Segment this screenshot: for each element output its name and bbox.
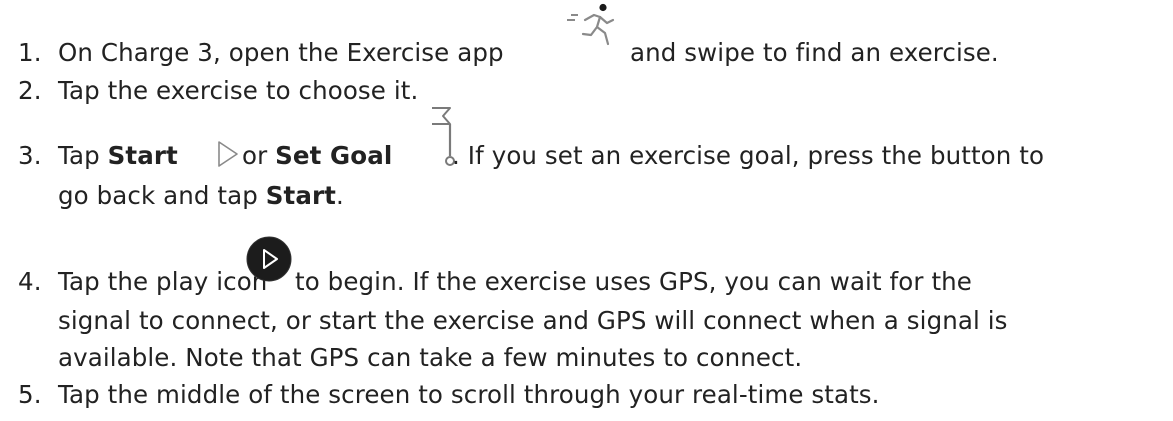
step-1-text-a: On Charge 3, open the Exercise app <box>58 38 504 67</box>
play-outline-icon <box>216 139 240 169</box>
step-number: 4. <box>18 267 42 296</box>
instruction-list: 1. On Charge 3, open the Exercise app an… <box>0 0 1173 421</box>
set-goal-label: Set Goal <box>275 141 393 170</box>
goal-flag-icon <box>422 104 456 168</box>
step-4-text-d: available. Note that GPS can take a few … <box>58 343 803 372</box>
step-3-text-a: Tap Start <box>58 141 178 170</box>
running-person-icon <box>563 2 625 52</box>
step-5-text: Tap the middle of the screen to scroll t… <box>58 380 880 409</box>
step-4-text-c: signal to connect, or start the exercise… <box>58 306 1008 335</box>
step-4-text-b: to begin. If the exercise uses GPS, you … <box>295 267 972 296</box>
step-number: 5. <box>18 380 42 409</box>
play-button-icon <box>246 236 292 282</box>
step-3-text-b: or Set Goal <box>242 141 393 170</box>
start-label: Start <box>265 181 336 210</box>
step-number: 1. <box>18 38 42 67</box>
step-number: 2. <box>18 76 42 105</box>
step-1-text-b: and swipe to find an exercise. <box>630 38 999 67</box>
step-4-text-a: Tap the play icon <box>58 267 268 296</box>
step-3-text-c: . If you set an exercise goal, press the… <box>452 141 1045 170</box>
step-3-text-d: go back and tap Start. <box>58 181 344 210</box>
step-number: 3. <box>18 141 42 170</box>
start-label: Start <box>107 141 178 170</box>
step-2-text: Tap the exercise to choose it. <box>58 76 419 105</box>
